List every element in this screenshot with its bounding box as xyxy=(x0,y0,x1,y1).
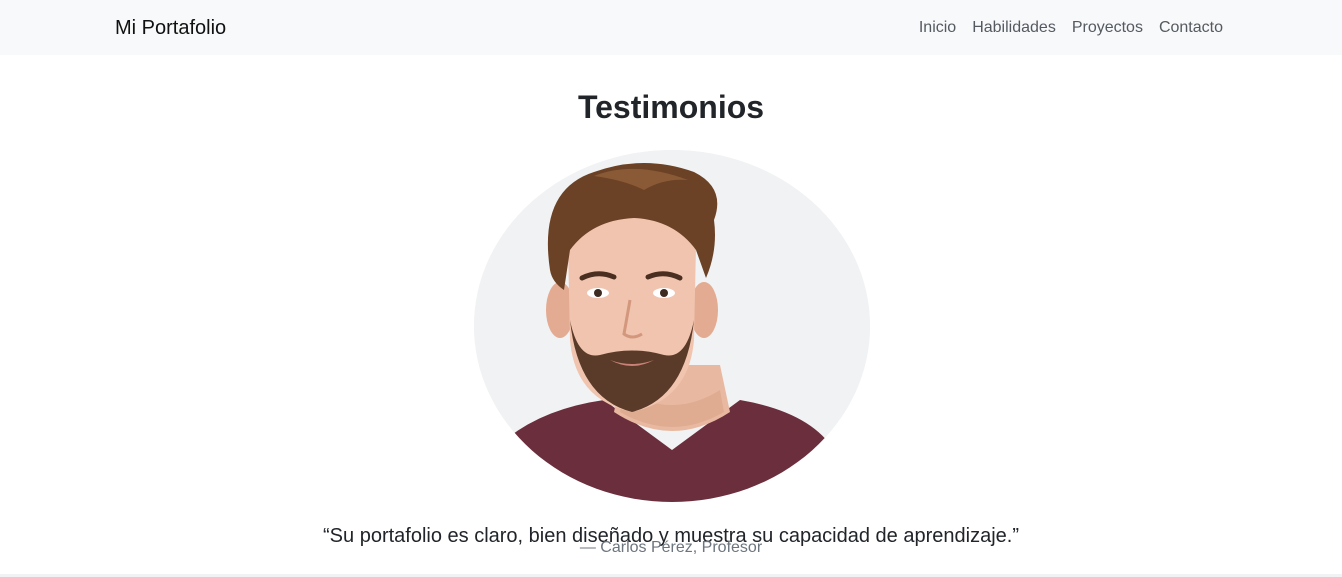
nav-link-inicio[interactable]: Inicio xyxy=(919,17,956,39)
brand-link[interactable]: Mi Portafolio xyxy=(115,15,226,41)
person-photo-icon xyxy=(474,150,870,502)
nav-link-habilidades[interactable]: Habilidades xyxy=(972,17,1056,39)
testimonial-avatar xyxy=(474,150,870,502)
nav-link-contacto[interactable]: Contacto xyxy=(1159,17,1223,39)
navbar: Mi Portafolio Inicio Habilidades Proyect… xyxy=(0,0,1342,55)
testimonial-author: — Carlos Pérez, Profesor xyxy=(579,539,763,556)
section-title: Testimonios xyxy=(577,89,765,125)
nav-links: Inicio Habilidades Proyectos Contacto xyxy=(919,17,1223,39)
nav-link-proyectos[interactable]: Proyectos xyxy=(1072,17,1143,39)
